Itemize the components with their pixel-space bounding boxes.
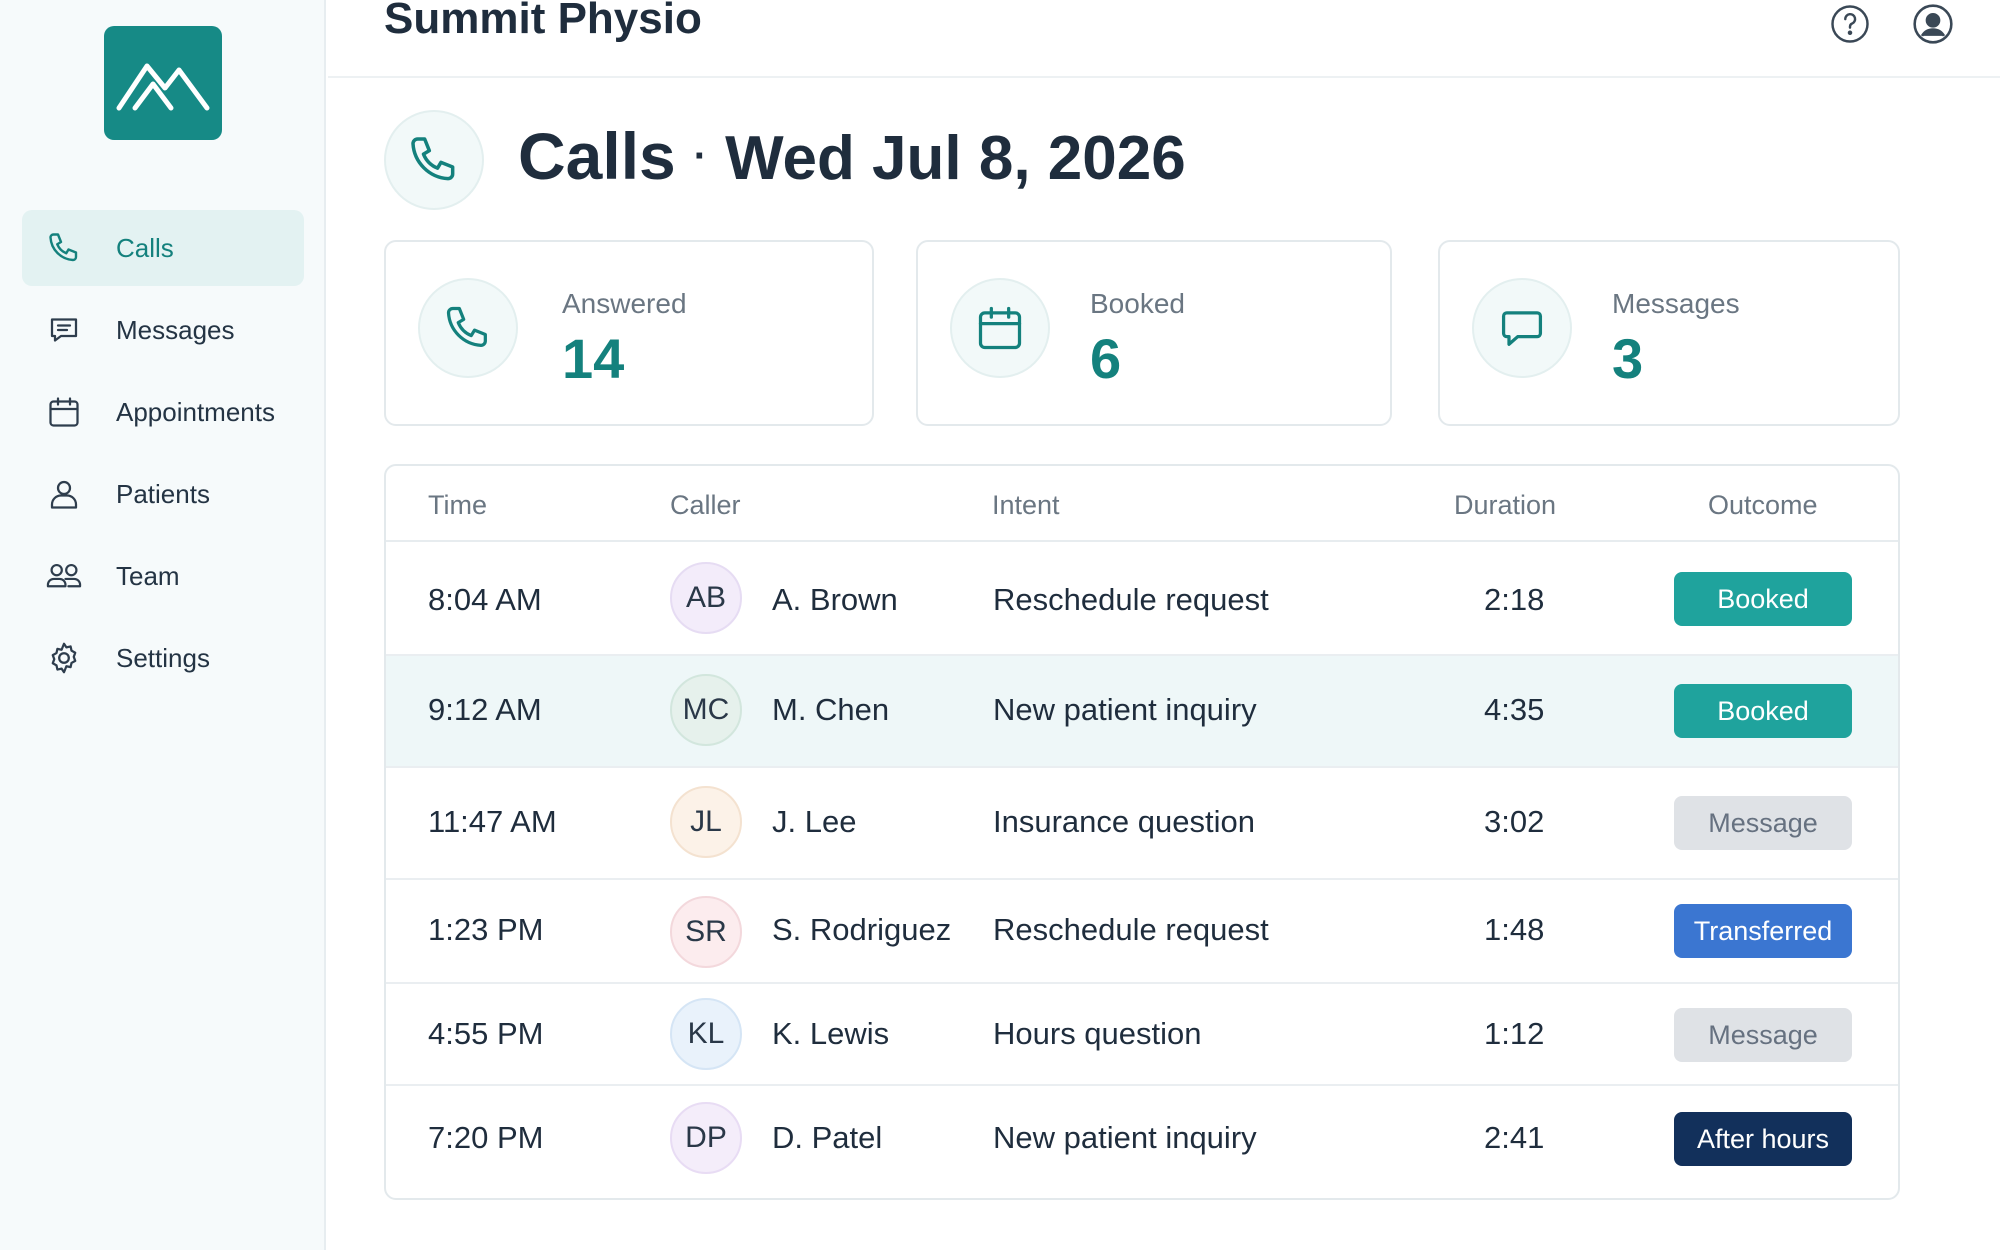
column-header-intent[interactable]: Intent xyxy=(992,490,1060,521)
sidebar-item-calls[interactable]: Calls xyxy=(22,210,304,286)
call-duration: 2:18 xyxy=(1484,582,1545,617)
phone-icon xyxy=(44,228,84,268)
chat-bubble-icon xyxy=(44,310,84,350)
page-phone-icon xyxy=(384,110,484,210)
people-icon xyxy=(44,556,84,596)
gear-icon xyxy=(44,638,84,678)
avatar: KL xyxy=(670,998,742,1070)
sidebar-item-label: Team xyxy=(116,560,180,591)
outcome-badge[interactable]: Message xyxy=(1674,796,1852,850)
table-header: Time Caller Intent Duration Outcome xyxy=(386,466,1898,542)
title-separator: · xyxy=(693,134,708,178)
column-header-outcome[interactable]: Outcome xyxy=(1708,490,1818,521)
call-time: 7:20 PM xyxy=(428,1120,544,1155)
table-row[interactable]: 9:12 AM MC M. Chen New patient inquiry 4… xyxy=(386,656,1898,768)
outcome-badge[interactable]: Booked xyxy=(1674,572,1852,626)
sidebar-item-label: Messages xyxy=(116,314,235,345)
call-time: 4:55 PM xyxy=(428,1016,544,1051)
person-icon xyxy=(44,474,84,514)
sidebar: Calls Messages Appointments Patients Tea… xyxy=(0,0,326,1250)
user-account-icon[interactable] xyxy=(1911,2,1955,46)
call-duration: 4:35 xyxy=(1484,692,1545,727)
call-time: 11:47 AM xyxy=(428,804,557,839)
calendar-icon xyxy=(950,278,1050,378)
sidebar-nav: Calls Messages Appointments Patients Tea… xyxy=(22,210,304,702)
stat-label: Answered xyxy=(562,288,687,319)
call-intent: Reschedule request xyxy=(993,582,1269,617)
avatar: JL xyxy=(670,786,742,858)
sidebar-item-label: Settings xyxy=(116,642,210,673)
outcome-badge[interactable]: Transferred xyxy=(1674,904,1852,958)
header: Summit Physio xyxy=(328,0,2000,78)
sidebar-item-settings[interactable]: Settings xyxy=(22,620,304,696)
sidebar-item-label: Calls xyxy=(116,232,174,263)
sidebar-item-appointments[interactable]: Appointments xyxy=(22,374,304,450)
avatar: MC xyxy=(670,674,742,746)
table-row[interactable]: 1:23 PM SR S. Rodriguez Reschedule reque… xyxy=(386,880,1898,984)
column-header-duration[interactable]: Duration xyxy=(1454,490,1556,521)
sidebar-item-patients[interactable]: Patients xyxy=(22,456,304,532)
avatar: SR xyxy=(670,896,742,968)
stat-label: Messages xyxy=(1612,288,1740,319)
table-row[interactable]: 7:20 PM DP D. Patel New patient inquiry … xyxy=(386,1086,1898,1198)
call-intent: New patient inquiry xyxy=(993,692,1257,727)
call-time: 8:04 AM xyxy=(428,582,542,617)
calendar-icon xyxy=(44,392,84,432)
calls-table: Time Caller Intent Duration Outcome 8:04… xyxy=(384,464,1900,1200)
table-row[interactable]: 8:04 AM AB A. Brown Reschedule request 2… xyxy=(386,542,1898,656)
table-row[interactable]: 4:55 PM KL K. Lewis Hours question 1:12 … xyxy=(386,984,1898,1086)
stat-value: 3 xyxy=(1612,327,1644,390)
sidebar-item-label: Appointments xyxy=(116,396,275,427)
caller-name[interactable]: D. Patel xyxy=(772,1120,882,1156)
avatar: DP xyxy=(670,1102,742,1174)
table-row[interactable]: 11:47 AM JL J. Lee Insurance question 3:… xyxy=(386,768,1898,880)
caller-name[interactable]: A. Brown xyxy=(772,582,898,618)
app-title: Summit Physio xyxy=(384,0,702,43)
caller-name[interactable]: M. Chen xyxy=(772,692,889,728)
help-icon[interactable] xyxy=(1828,2,1872,46)
call-time: 9:12 AM xyxy=(428,692,542,727)
outcome-badge[interactable]: Message xyxy=(1674,1008,1852,1062)
stat-label: Booked xyxy=(1090,288,1185,319)
call-time: 1:23 PM xyxy=(428,912,544,947)
brand-logo[interactable] xyxy=(104,26,222,140)
sidebar-item-team[interactable]: Team xyxy=(22,538,304,614)
outcome-badge[interactable]: After hours xyxy=(1674,1112,1852,1166)
call-duration: 2:41 xyxy=(1484,1120,1545,1155)
column-header-time[interactable]: Time xyxy=(428,490,487,521)
caller-name[interactable]: J. Lee xyxy=(772,804,856,840)
call-duration: 1:48 xyxy=(1484,912,1545,947)
call-intent: New patient inquiry xyxy=(993,1120,1257,1155)
avatar: AB xyxy=(670,562,742,634)
page-title-text: Calls xyxy=(518,119,676,193)
phone-icon xyxy=(418,278,518,378)
stat-value: 6 xyxy=(1090,327,1122,390)
outcome-badge[interactable]: Booked xyxy=(1674,684,1852,738)
call-intent: Insurance question xyxy=(993,804,1255,839)
chat-bubble-icon xyxy=(1472,278,1572,378)
sidebar-item-messages[interactable]: Messages xyxy=(22,292,304,368)
call-duration: 3:02 xyxy=(1484,804,1545,839)
stat-card-answered: Answered 14 xyxy=(384,240,874,426)
call-intent: Hours question xyxy=(993,1016,1202,1051)
call-duration: 1:12 xyxy=(1484,1016,1545,1051)
page-date: Wed Jul 8, 2026 xyxy=(725,124,1186,193)
stat-card-booked: Booked 6 xyxy=(916,240,1392,426)
mountain-logo-icon xyxy=(116,63,210,111)
stat-card-messages: Messages 3 xyxy=(1438,240,1900,426)
page-title: Calls · Wed Jul 8, 2026 xyxy=(518,118,1186,194)
sidebar-item-label: Patients xyxy=(116,478,210,509)
column-header-caller[interactable]: Caller xyxy=(670,490,741,521)
call-intent: Reschedule request xyxy=(993,912,1269,947)
caller-name[interactable]: K. Lewis xyxy=(772,1016,889,1052)
caller-name[interactable]: S. Rodriguez xyxy=(772,912,951,948)
stat-value: 14 xyxy=(562,327,625,390)
